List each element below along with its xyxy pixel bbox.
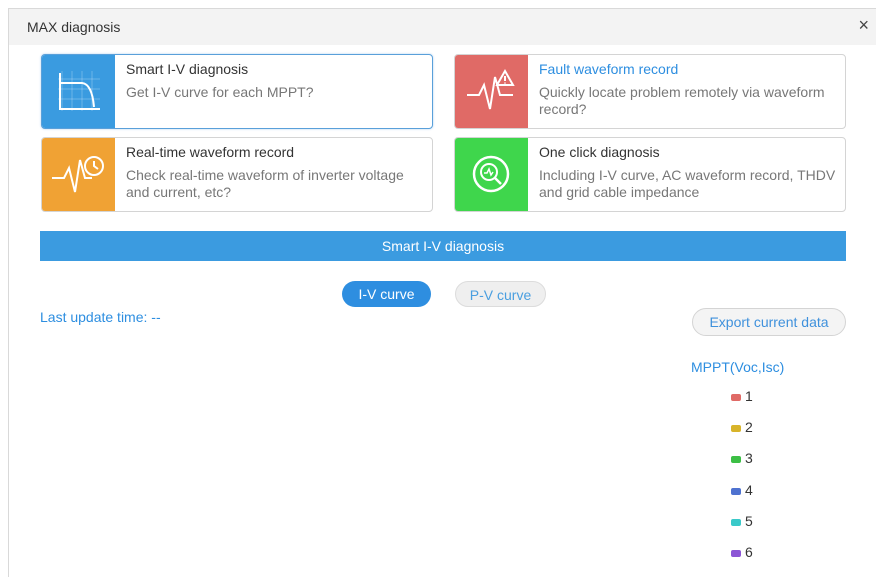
legend-item-mppt-3[interactable]: 3 [731,450,753,466]
card-realtime-waveform-record[interactable]: Real-time waveform record Check real-tim… [41,137,433,212]
card-description: Get I-V curve for each MPPT? [126,84,314,100]
legend-label: 2 [745,419,753,435]
card-fault-waveform-record[interactable]: Fault waveform record Quickly locate pro… [454,54,846,129]
legend-swatch [731,393,741,401]
card-title: Smart I-V diagnosis [126,61,249,77]
card-smart-iv-diagnosis[interactable]: Smart I-V diagnosis Get I-V curve for ea… [41,54,433,129]
legend-swatch [731,455,741,463]
dialog-title: MAX diagnosis [27,19,121,35]
legend-swatch [731,549,741,557]
legend-label: 4 [745,482,753,498]
card-description: Quickly locate problem remotely via wave… [539,84,825,117]
fault-waveform-icon [455,55,528,128]
max-diagnosis-dialog: MAX diagnosis × Smart I-V diagnosis Get … [8,8,876,577]
legend-swatch [731,487,741,495]
legend-label: 1 [745,388,753,404]
legend-item-mppt-4[interactable]: 4 [731,482,753,498]
last-update-time: Last update time: -- [40,309,161,325]
legend-item-mppt-2[interactable]: 2 [731,419,753,435]
iv-curve-icon [42,55,115,128]
close-icon[interactable]: × [858,16,869,34]
card-title: One click diagnosis [539,144,660,160]
tab-pv-curve[interactable]: P-V curve [455,281,546,307]
realtime-waveform-icon [42,138,115,211]
legend-item-mppt-6[interactable]: 6 [731,544,753,560]
legend-swatch [731,424,741,432]
legend-label: 3 [745,450,753,466]
legend-item-mppt-1[interactable]: 1 [731,388,753,404]
dialog-titlebar: MAX diagnosis × [9,9,876,45]
card-description: Check real-time waveform of inverter vol… [126,167,404,200]
legend-item-mppt-5[interactable]: 5 [731,513,753,529]
card-title: Fault waveform record [539,61,679,77]
legend-label: 6 [745,544,753,560]
legend-swatch [731,518,741,526]
legend-label: 5 [745,513,753,529]
card-description: Including I-V curve, AC waveform record,… [539,167,836,200]
section-banner: Smart I-V diagnosis [40,231,846,261]
one-click-diagnosis-icon [455,138,528,211]
card-one-click-diagnosis[interactable]: One click diagnosis Including I-V curve,… [454,137,846,212]
legend-title: MPPT(Voc,Isc) [691,359,785,375]
tab-iv-curve[interactable]: I-V curve [342,281,431,307]
card-title: Real-time waveform record [126,144,295,160]
export-current-data-button[interactable]: Export current data [692,308,846,336]
